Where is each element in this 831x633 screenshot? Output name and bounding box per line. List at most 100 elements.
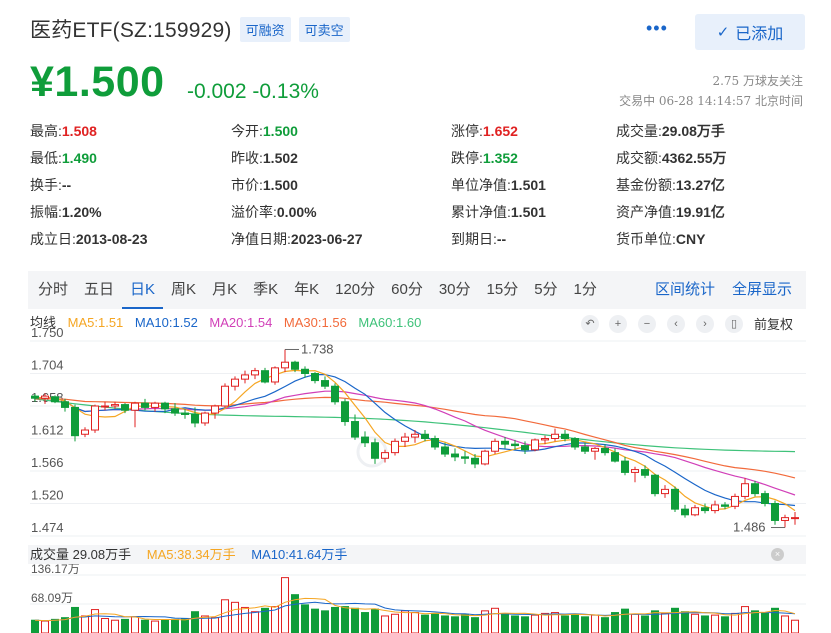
candle-body [301,368,309,374]
candle-body [701,507,709,512]
stat-item: 单位净值:1.501 [451,175,546,195]
volume-bar [341,606,349,633]
volume-bar [521,616,529,633]
candle-body [101,405,109,408]
volume-ma5-label: MA5:38.34万手 [146,547,236,562]
candle-body [361,436,369,444]
stat-label: 累计净值: [451,204,511,220]
volume-bar [81,615,89,633]
min-label: 1.486 [733,520,766,535]
volume-bar [501,613,509,633]
volume-bar [551,612,559,633]
volume-bar [371,608,379,633]
candle-body [731,495,739,507]
volume-label: 成交量 29.08万手 [30,547,132,562]
volume-bar [311,608,319,633]
volume-bar [231,601,239,633]
candle-body [691,507,699,516]
volume-bar [171,618,179,633]
volume-bar [781,615,789,633]
volume-bar [701,615,709,633]
stat-item: 货币单位:CNY [616,229,705,249]
stat-item: 昨收:1.502 [231,148,298,168]
y-tick-label: 1.474 [31,520,64,535]
volume-bar [411,612,419,633]
kline-chart[interactable]: 1.7501.7041.6581.6121.5661.5201.4741.738… [0,0,831,633]
candle-body [541,438,549,441]
stat-label: 涨停: [451,123,483,139]
candle-body [111,404,119,407]
stat-value: 1.20% [61,204,102,220]
stat-value: 13.27亿 [675,177,725,193]
candle-body [321,380,329,387]
stat-label: 振幅: [30,204,62,220]
candle-body [351,421,359,438]
volume-tick-label: 68.09万 [31,591,73,605]
candle-body [91,405,99,431]
stat-value: 1.652 [482,123,518,139]
stat-label: 溢价率: [231,204,277,220]
volume-bar [381,615,389,633]
candle-body [171,408,179,414]
volume-bar [161,619,169,633]
stat-item: 资产净值:19.91亿 [616,202,725,222]
candle-body [581,446,589,452]
stat-item: 市价:1.500 [231,175,298,195]
stat-value: 2023-06-27 [290,231,363,247]
candle-body [411,433,419,438]
volume-bar [721,616,729,633]
stat-value: 1.500 [262,177,298,193]
candle-body [421,433,429,439]
volume-bar [581,616,589,633]
candle-body [591,447,599,452]
volume-bar [681,611,689,633]
candle-body [181,412,189,415]
stat-value: 2013-08-23 [75,231,148,247]
candle-body [341,401,349,423]
close-icon[interactable]: × [771,548,784,561]
volume-bar [71,606,79,633]
candle-body [131,402,139,411]
candle-body [51,396,59,403]
volume-bar [631,613,639,633]
candle-body [631,469,639,473]
candle-body [661,488,669,495]
stat-label: 最高: [30,123,62,139]
candle-body [491,440,499,452]
candle-body [381,452,389,459]
stat-item: 跌停:1.352 [451,148,518,168]
candle-body [601,447,609,454]
stat-item: 累计净值:1.501 [451,202,546,222]
candle-body [511,443,519,447]
candle-body [721,504,729,507]
stat-value: 19.91亿 [675,204,725,220]
candle-body [791,517,799,520]
volume-bar [621,608,629,633]
volume-bar [741,606,749,633]
volume-ma10-label: MA10:41.64万手 [251,547,348,562]
volume-bar [421,614,429,633]
candle-body [481,450,489,465]
volume-bar [761,612,769,633]
candle-body [461,456,469,459]
volume-bar [141,619,149,633]
candle-body [521,445,529,451]
stat-label: 最低: [30,150,62,166]
y-tick-label: 1.520 [31,488,64,503]
stat-item: 成交量:29.08万手 [616,121,725,141]
stat-item: 换手:-- [30,175,71,195]
candle-body [261,370,269,383]
candle-body [281,361,289,369]
stat-item: 成立日:2013-08-23 [30,229,148,249]
candle-body [711,504,719,512]
stat-value: 0.00% [276,204,317,220]
volume-bar [541,612,549,633]
stat-value: -- [496,231,507,247]
candle-body [471,457,479,465]
stat-value: 1.352 [482,150,518,166]
volume-bar [661,612,669,633]
volume-bar [191,611,199,633]
candle-body [571,438,579,448]
candle-body [761,493,769,505]
volume-bar [131,616,139,633]
